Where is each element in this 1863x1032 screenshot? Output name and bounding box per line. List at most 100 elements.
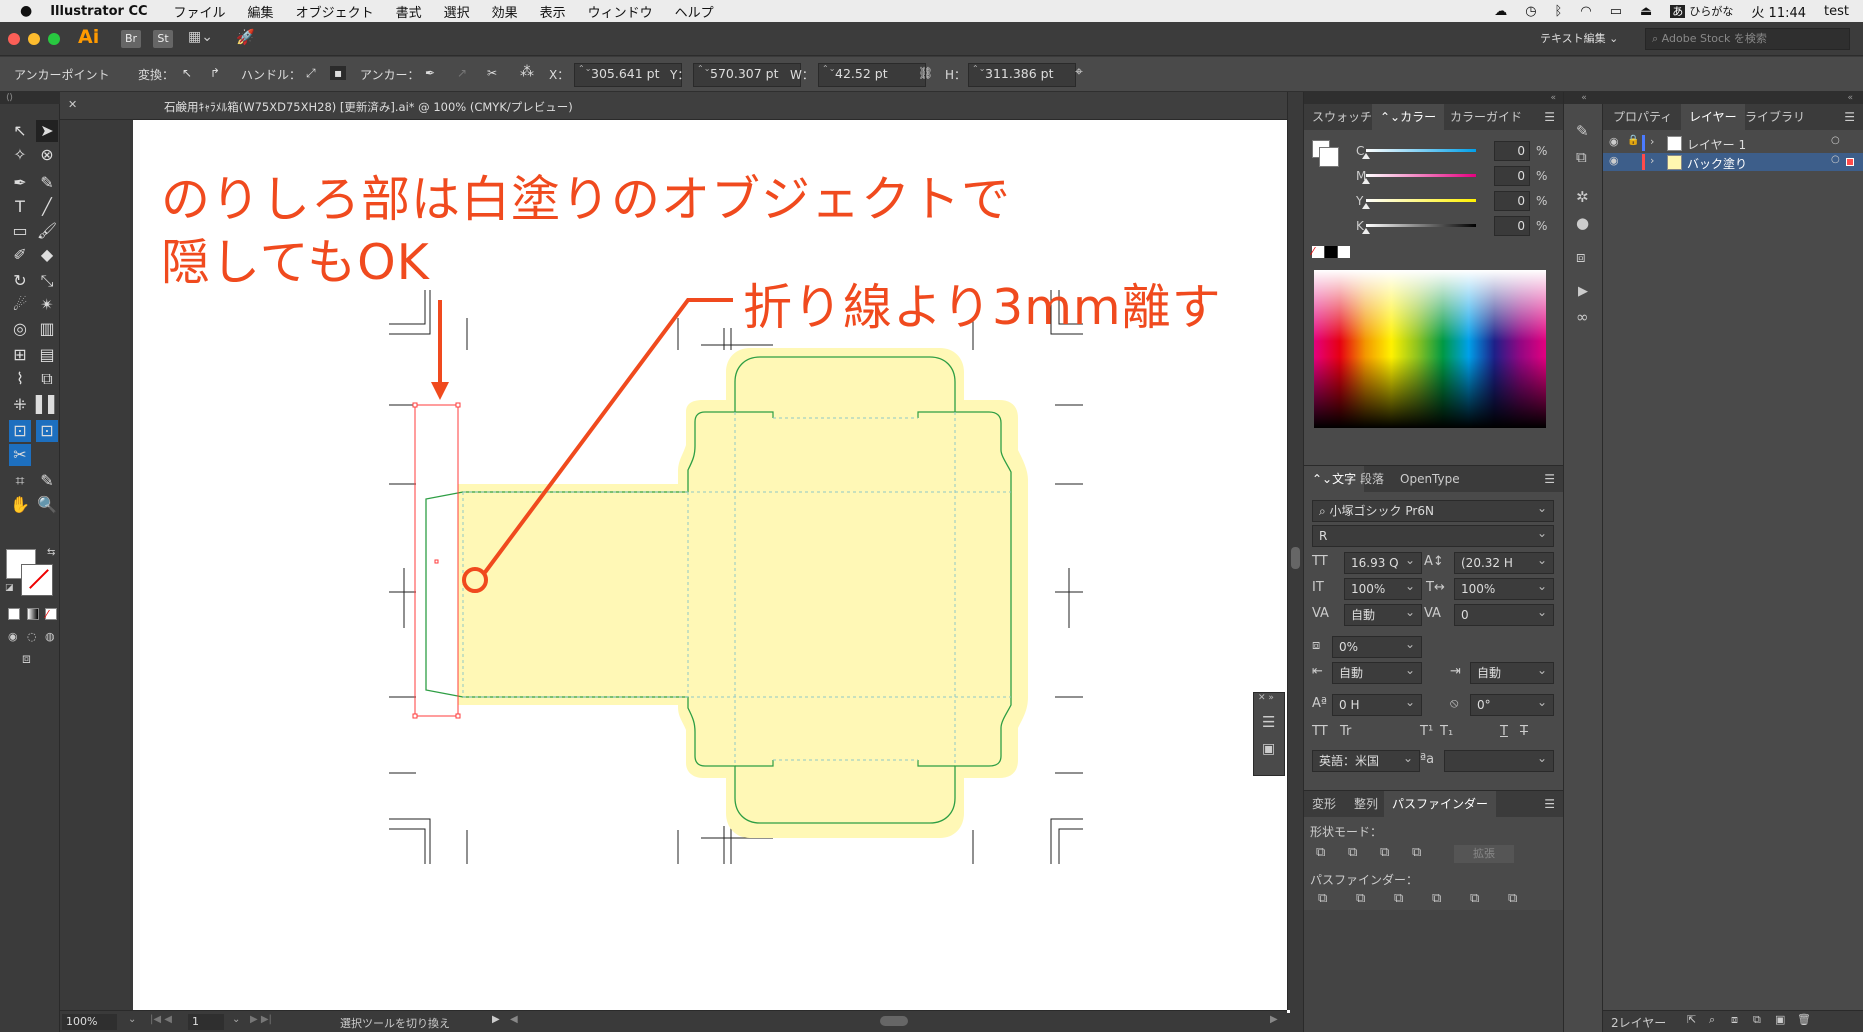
adobe-stock-search[interactable]: ⌕ Adobe Stock を検索 xyxy=(1645,28,1850,50)
baseline-shift-field[interactable]: 0 H xyxy=(1332,692,1422,716)
color-spectrum[interactable] xyxy=(1314,270,1546,428)
wifi-icon[interactable]: ◠ xyxy=(1580,4,1591,19)
mini-panel-appearance-icon[interactable]: ▣ xyxy=(1262,741,1275,757)
strikethrough-icon[interactable]: T xyxy=(1520,724,1528,739)
stock-button[interactable]: St xyxy=(153,30,173,48)
screen-mode-icon[interactable]: ⧈ xyxy=(22,651,31,667)
tab-opentype[interactable]: OpenType xyxy=(1392,466,1468,492)
minus-front-icon[interactable]: ⧉ xyxy=(1348,845,1357,860)
warp-tool-icon[interactable]: ☄ xyxy=(9,294,31,316)
minus-back-icon[interactable]: ⧉ xyxy=(1508,891,1517,906)
isolate-selected-icon[interactable]: ⌖ xyxy=(1075,64,1083,80)
w-field[interactable]: 42.52 pt xyxy=(818,63,926,87)
dock-collapse-bar[interactable]: « xyxy=(1564,92,1604,104)
channel-k-value[interactable]: 0 xyxy=(1494,216,1530,236)
zoom-window-button[interactable] xyxy=(48,33,60,45)
export-layer-icon[interactable]: ⇱ xyxy=(1687,1013,1696,1026)
eyedropper-tool-icon[interactable]: ⌇ xyxy=(9,368,31,390)
close-window-button[interactable] xyxy=(8,33,20,45)
language-select[interactable]: 英語：米国 xyxy=(1312,748,1420,772)
artboard-canvas[interactable]: のりしろ部は白塗りのオブジェクトで 隠してもOK 折り線より3mm離す xyxy=(133,120,1290,1013)
draw-inside-icon[interactable]: ◍ xyxy=(45,630,55,643)
channel-c-value[interactable]: 0 xyxy=(1494,141,1530,161)
new-sublayer-icon[interactable]: ⧉ xyxy=(1753,1013,1761,1027)
tab-layers[interactable]: レイヤー xyxy=(1681,104,1745,130)
tab-transform[interactable]: 変形 xyxy=(1304,791,1344,817)
first-artboard-icon[interactable]: |◀ ◀ xyxy=(150,1014,172,1025)
aki-after-select[interactable]: 自動 xyxy=(1470,660,1554,684)
horizontal-scale-field[interactable]: 100% xyxy=(1454,576,1554,600)
tab-libraries[interactable]: ライブラリ xyxy=(1737,104,1813,130)
tab-align[interactable]: 整列 xyxy=(1346,791,1386,817)
merge-icon[interactable]: ⧉ xyxy=(1394,891,1403,906)
scroll-right-icon[interactable]: ▶ xyxy=(1270,1014,1278,1025)
crop-tool-icon[interactable]: ⌗ xyxy=(9,470,31,492)
tab-color-guide[interactable]: カラーガイド xyxy=(1442,104,1530,130)
small-caps-icon[interactable]: Tr xyxy=(1340,724,1351,739)
status-text[interactable]: 選択ツールを切り換え xyxy=(340,1015,450,1031)
selection-tool-icon[interactable]: ↖ xyxy=(9,120,31,142)
layer-target-icon[interactable]: ○ xyxy=(1831,154,1840,165)
convert-corner-icon[interactable]: ↖ xyxy=(182,66,192,80)
menu-window[interactable]: ウィンドウ xyxy=(588,2,653,21)
appearance-panel-icon[interactable]: ✎ xyxy=(1576,122,1589,140)
layer-name[interactable]: バック塗り xyxy=(1687,155,1747,172)
symbol-sprayer-tool-icon[interactable]: ⁜ xyxy=(9,394,31,416)
pen-tool-icon[interactable]: ✒ xyxy=(9,172,31,194)
scroll-thumb[interactable] xyxy=(1291,547,1300,569)
remove-anchor-icon[interactable]: ✒ xyxy=(425,66,435,80)
gradient-mode-icon[interactable] xyxy=(27,608,39,620)
canvas-vertical-scrollbar[interactable] xyxy=(1287,92,1303,1010)
superscript-icon[interactable]: T¹ xyxy=(1420,724,1433,739)
close-doc-icon[interactable]: ✕ xyxy=(68,98,77,111)
user-name[interactable]: test xyxy=(1824,4,1849,19)
expand-layer-icon[interactable]: › xyxy=(1650,135,1654,148)
color-panel-menu-icon[interactable]: ☰ xyxy=(1536,104,1563,130)
artboard-tool-icon[interactable]: ⊡ xyxy=(9,420,31,442)
underline-icon[interactable]: T xyxy=(1500,724,1508,739)
line-tool-icon[interactable]: ╱ xyxy=(36,196,58,218)
locate-object-icon[interactable]: ⌕ xyxy=(1709,1013,1715,1027)
visibility-eye-icon[interactable]: ◉ xyxy=(1609,135,1619,148)
vertical-scale-field[interactable]: 100% xyxy=(1344,576,1422,600)
lasso-tool-icon[interactable]: ⊗ xyxy=(36,144,58,166)
divide-icon[interactable]: ⧉ xyxy=(1318,891,1327,906)
status-menu-icon[interactable]: ▶ xyxy=(492,1014,500,1025)
menu-object[interactable]: オブジェクト xyxy=(296,2,374,21)
blend-tool-icon[interactable]: ⧉ xyxy=(36,368,58,390)
eraser-tool-icon[interactable]: ◆ xyxy=(36,244,58,266)
zoom-tool-icon[interactable]: 🔍 xyxy=(36,494,58,516)
channel-k-slider[interactable] xyxy=(1366,224,1476,227)
bridge-button[interactable]: Br xyxy=(121,30,141,48)
scroll-left-icon[interactable]: ◀ xyxy=(510,1014,518,1025)
unite-icon[interactable]: ⧉ xyxy=(1316,845,1325,860)
direct-selection-tool-icon[interactable]: ➤ xyxy=(36,120,58,142)
character-rotation-field[interactable]: 0° xyxy=(1470,692,1554,716)
artboard-dropdown-icon[interactable]: ⌄ xyxy=(232,1014,240,1025)
zoom-dropdown-icon[interactable]: ⌄ xyxy=(128,1014,136,1025)
outline-icon[interactable]: ⧉ xyxy=(1470,891,1479,906)
channel-y-knob[interactable] xyxy=(1362,203,1370,209)
shaper-tool-icon[interactable]: ✐ xyxy=(9,244,31,266)
input-source[interactable]: あ ひらがな xyxy=(1670,3,1733,19)
pathfinder-panel-menu-icon[interactable]: ☰ xyxy=(1536,791,1563,817)
font-family-select[interactable]: ⌕ 小塚ゴシック Pr6N xyxy=(1312,498,1554,522)
hand-tool-icon[interactable]: ✋ xyxy=(9,494,31,516)
apple-icon[interactable]: ● xyxy=(20,3,32,19)
bluetooth-icon[interactable]: ᛒ xyxy=(1555,4,1563,19)
layer-row[interactable]: ◉ 🔒 › レイヤー 1 ○ xyxy=(1603,134,1863,152)
arrange-documents-icon[interactable]: ▦⌄ xyxy=(188,29,213,45)
cut-path-icon[interactable]: ✂ xyxy=(487,66,497,80)
eyedropper2-tool-icon[interactable]: ✎ xyxy=(36,470,58,492)
h-field[interactable]: 311.386 pt xyxy=(968,63,1076,87)
crop-icon[interactable]: ⧉ xyxy=(1432,891,1441,906)
mini-panel-close-icon[interactable]: ✕ » xyxy=(1258,693,1274,703)
magic-wand-tool-icon[interactable]: ✧ xyxy=(9,144,31,166)
intersect-icon[interactable]: ⧉ xyxy=(1380,845,1389,860)
channel-m-slider[interactable] xyxy=(1366,174,1476,177)
leading-field[interactable]: (20.32 H xyxy=(1454,550,1554,574)
layers-panel-menu-icon[interactable]: ☰ xyxy=(1836,104,1863,130)
app-menu[interactable]: Illustrator CC xyxy=(50,4,147,19)
font-style-select[interactable]: R xyxy=(1312,523,1554,547)
visibility-eye-icon[interactable]: ◉ xyxy=(1609,154,1619,167)
